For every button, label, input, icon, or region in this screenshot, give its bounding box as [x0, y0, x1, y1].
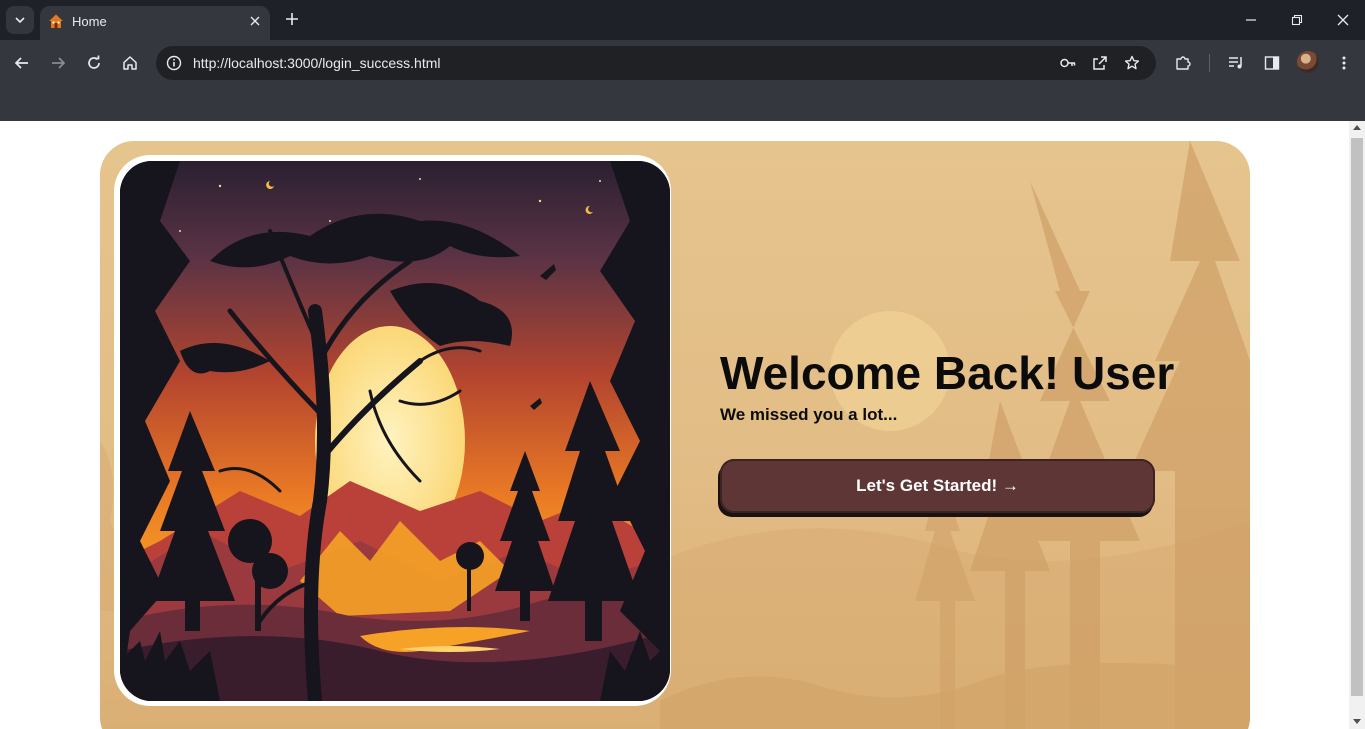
sunset-forest-illustration	[120, 161, 670, 701]
key-icon	[1060, 58, 1076, 68]
extensions-button[interactable]	[1170, 50, 1196, 76]
puzzle-icon	[1176, 56, 1191, 70]
close-tab-button[interactable]	[246, 12, 264, 30]
address-bar[interactable]: http://localhost:3000/login_success.html	[156, 46, 1156, 80]
arrow-left-icon	[14, 57, 28, 69]
browser-tab-bar: Home	[0, 0, 1365, 40]
page-subtitle: We missed you a lot...	[720, 405, 898, 424]
media-controls-button[interactable]	[1223, 50, 1249, 76]
open-in-app-button[interactable]	[1089, 52, 1111, 74]
minimize-icon	[1246, 19, 1256, 21]
star-icon	[1124, 55, 1140, 70]
scroll-thumb[interactable]	[1351, 138, 1363, 696]
plus-icon	[286, 13, 298, 25]
external-link-icon	[1093, 56, 1107, 70]
chevron-down-icon	[15, 17, 25, 24]
bookmarks-bar	[0, 85, 1365, 121]
close-icon	[250, 16, 260, 26]
reload-icon	[88, 55, 100, 69]
house-icon	[49, 14, 63, 28]
toolbar-divider	[1209, 54, 1210, 72]
passwords-button[interactable]	[1057, 52, 1079, 74]
page-scrollbar[interactable]	[1349, 121, 1365, 729]
site-info-button[interactable]	[164, 53, 184, 73]
reload-button[interactable]	[81, 50, 107, 76]
side-panel-button[interactable]	[1259, 50, 1285, 76]
home-button[interactable]	[117, 50, 143, 76]
sunset-forest-image	[120, 161, 670, 701]
bookmark-button[interactable]	[1121, 52, 1143, 74]
browser-tab[interactable]: Home	[40, 6, 270, 40]
page-viewport: Welcome Back! User We missed you a lot..…	[0, 121, 1349, 729]
kebab-menu-icon	[1342, 56, 1346, 70]
new-tab-button[interactable]	[282, 9, 302, 29]
tab-title: Home	[72, 14, 107, 29]
media-queue-icon	[1229, 57, 1242, 69]
scroll-down-icon[interactable]	[1353, 719, 1361, 724]
back-button[interactable]	[9, 50, 35, 76]
url-text: http://localhost:3000/login_success.html	[193, 55, 441, 71]
close-icon	[1337, 14, 1349, 26]
page-title: Welcome Back! User	[720, 347, 1175, 399]
side-panel-icon	[1264, 56, 1280, 70]
restore-icon	[1291, 14, 1303, 26]
minimize-button[interactable]	[1239, 8, 1263, 32]
info-icon	[166, 55, 182, 71]
arrow-right-icon	[52, 57, 66, 69]
home-icon	[123, 56, 137, 70]
browser-menu-button[interactable]	[1331, 50, 1357, 76]
restore-button[interactable]	[1285, 8, 1309, 32]
forward-button[interactable]	[45, 50, 71, 76]
avatar[interactable]	[1297, 51, 1319, 73]
close-window-button[interactable]	[1331, 8, 1355, 32]
scroll-up-icon[interactable]	[1353, 125, 1361, 130]
tab-search-button[interactable]	[6, 6, 34, 34]
illustration-frame	[114, 155, 671, 706]
welcome-card: Welcome Back! User We missed you a lot..…	[100, 141, 1250, 729]
browser-toolbar: http://localhost:3000/login_success.html	[0, 40, 1365, 85]
get-started-button[interactable]: Let's Get Started! →	[720, 459, 1155, 513]
